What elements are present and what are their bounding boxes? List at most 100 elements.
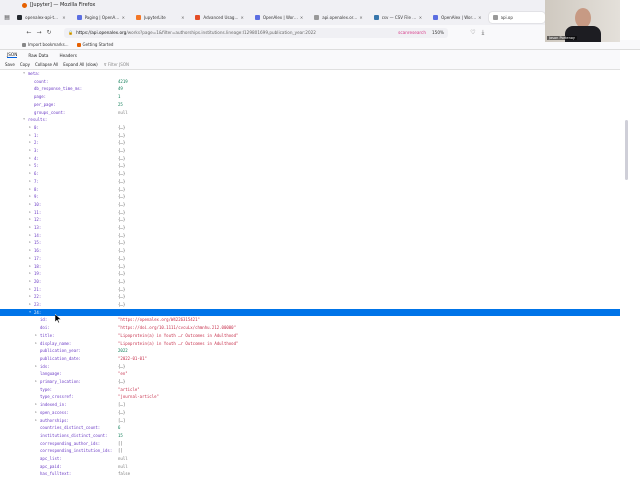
close-tab-icon[interactable]: ✕: [478, 15, 481, 20]
close-tab-icon[interactable]: ✕: [359, 15, 362, 20]
json-row[interactable]: ▸ 3: {…}: [0, 147, 620, 155]
expanded-arrow-icon[interactable]: ▾: [29, 309, 31, 317]
collapsed-arrow-icon[interactable]: ▸: [29, 263, 31, 271]
json-row[interactable]: ▸ primary_location: {…}: [0, 378, 620, 386]
json-row[interactable]: ▸ 2: {…}: [0, 139, 620, 147]
filter-json-input[interactable]: ⊽ Filter JSON: [104, 62, 129, 67]
close-tab-icon[interactable]: ✕: [122, 15, 125, 20]
json-row[interactable]: ▸ 1: {…}: [0, 132, 620, 140]
forward-icon[interactable]: →: [34, 29, 44, 36]
collapsed-arrow-icon[interactable]: ▸: [29, 232, 31, 240]
collapsed-arrow-icon[interactable]: ▸: [29, 178, 31, 186]
collapsed-arrow-icon[interactable]: ▸: [29, 201, 31, 209]
close-tab-icon[interactable]: ✕: [181, 15, 184, 20]
close-tab-icon[interactable]: ✕: [300, 15, 303, 20]
collapsed-arrow-icon[interactable]: ▸: [29, 286, 31, 294]
collapsed-arrow-icon[interactable]: ▸: [35, 363, 37, 371]
collapsed-arrow-icon[interactable]: ▸: [29, 155, 31, 163]
tab-json[interactable]: JSON: [7, 52, 18, 58]
url-bar[interactable]: 🔒 https://api.openalex.org/works?page=1&…: [64, 27, 448, 38]
firefox-view-icon[interactable]: ▤: [4, 14, 10, 22]
close-tab-icon[interactable]: ✕: [240, 15, 243, 20]
extension-label[interactable]: scanresearch: [398, 30, 426, 35]
json-row[interactable]: ▸ 5: {…}: [0, 162, 620, 170]
json-row[interactable]: ▸ 8: {…}: [0, 186, 620, 194]
collapsed-arrow-icon[interactable]: ▸: [29, 132, 31, 140]
collapse-all-button[interactable]: Collapse All: [35, 62, 58, 67]
json-row[interactable]: ▸ 19: {…}: [0, 270, 620, 278]
collapsed-arrow-icon[interactable]: ▸: [29, 186, 31, 194]
json-row[interactable]: ▸ 13: {…}: [0, 224, 620, 232]
json-row[interactable]: ▾ meta:: [0, 70, 620, 78]
tab-raw-data[interactable]: Raw Data: [28, 53, 48, 58]
collapsed-arrow-icon[interactable]: ▸: [35, 340, 37, 348]
collapsed-arrow-icon[interactable]: ▸: [35, 332, 37, 340]
json-row[interactable]: ▸ 21: {…}: [0, 286, 620, 294]
collapsed-arrow-icon[interactable]: ▸: [35, 409, 37, 417]
json-row[interactable]: ▾ results:: [0, 116, 620, 124]
json-row[interactable]: count: 4219: [0, 78, 620, 86]
expanded-arrow-icon[interactable]: ▾: [23, 116, 25, 124]
browser-tab[interactable]: openalex-api-tutorials✕: [13, 12, 69, 23]
json-row[interactable]: ▸ 15: {…}: [0, 239, 620, 247]
expanded-arrow-icon[interactable]: ▾: [23, 70, 25, 78]
collapsed-arrow-icon[interactable]: ▸: [29, 216, 31, 224]
collapsed-arrow-icon[interactable]: ▸: [29, 147, 31, 155]
collapsed-arrow-icon[interactable]: ▸: [29, 224, 31, 232]
browser-tab[interactable]: Paging | OpenAlex te✕: [73, 12, 129, 23]
json-row[interactable]: ▸ display_name: "Lipoprotein(a) in Youth ……: [0, 340, 620, 348]
json-row[interactable]: ▸ indexed_in: […]: [0, 401, 620, 409]
browser-tab[interactable]: JupyterLite ✕: [132, 12, 188, 23]
json-row[interactable]: type: "article": [0, 386, 620, 394]
json-row[interactable]: ▸ 11: {…}: [0, 209, 620, 217]
collapsed-arrow-icon[interactable]: ▸: [29, 270, 31, 278]
json-row[interactable]: db_response_time_ms: 49: [0, 85, 620, 93]
browser-tab[interactable]: Advanced Usage - scho✕: [191, 12, 247, 23]
bookmark-getting-started[interactable]: Getting Started: [76, 42, 113, 47]
browser-tab[interactable]: csv — CSV File Readi✕: [370, 12, 426, 23]
json-row[interactable]: institutions_distinct_count: 15: [0, 432, 620, 440]
collapsed-arrow-icon[interactable]: ▸: [29, 170, 31, 178]
json-row[interactable]: publication_date: "2022-01-01": [0, 355, 620, 363]
save-button[interactable]: Save: [5, 62, 15, 67]
collapsed-arrow-icon[interactable]: ▸: [29, 247, 31, 255]
collapsed-arrow-icon[interactable]: ▸: [29, 278, 31, 286]
json-row[interactable]: ▸ 6: {…}: [0, 170, 620, 178]
json-row[interactable]: groups_count: null: [0, 109, 620, 117]
json-row[interactable]: ▸ 12: {…}: [0, 216, 620, 224]
json-row[interactable]: apc_list: null: [0, 455, 620, 463]
json-row[interactable]: ▸ authorships: […]: [0, 417, 620, 425]
tab-headers[interactable]: Headers: [59, 53, 76, 58]
json-row[interactable]: id: "https://openalex.org/W4226315421": [0, 316, 620, 324]
json-row[interactable]: ▸ 10: {…}: [0, 201, 620, 209]
json-row[interactable]: ▸ 0: {…}: [0, 124, 620, 132]
json-row[interactable]: countries_distinct_count: 6: [0, 424, 620, 432]
browser-tab[interactable]: api.op: [488, 12, 545, 23]
json-row[interactable]: apc_paid: null: [0, 463, 620, 471]
json-row[interactable]: ▸ ids: {…}: [0, 363, 620, 371]
collapsed-arrow-icon[interactable]: ▸: [29, 239, 31, 247]
scrollbar-thumb[interactable]: [625, 120, 628, 180]
json-row[interactable]: ▸ 18: {…}: [0, 263, 620, 271]
scrollbar[interactable]: [620, 50, 640, 480]
json-row[interactable]: has_fulltext: false: [0, 470, 620, 478]
collapsed-arrow-icon[interactable]: ▸: [29, 255, 31, 263]
collapsed-arrow-icon[interactable]: ▸: [29, 193, 31, 201]
collapsed-arrow-icon[interactable]: ▸: [29, 293, 31, 301]
bookmark-import[interactable]: Import bookmarks...: [22, 42, 69, 47]
json-row[interactable]: page: 1: [0, 93, 620, 101]
json-row[interactable]: language: "en": [0, 370, 620, 378]
copy-button[interactable]: Copy: [20, 62, 30, 67]
collapsed-arrow-icon[interactable]: ▸: [29, 301, 31, 309]
collapsed-arrow-icon[interactable]: ▸: [35, 378, 37, 386]
expand-all-button[interactable]: Expand All (slow): [63, 62, 98, 67]
json-row[interactable]: ▸ 22: {…}: [0, 293, 620, 301]
collapsed-arrow-icon[interactable]: ▸: [35, 401, 37, 409]
browser-tab[interactable]: api.openalex.org/work✕: [310, 12, 366, 23]
browser-tab[interactable]: OpenAlex | Works sea✕: [251, 12, 307, 23]
json-row[interactable]: ▸ 4: {…}: [0, 155, 620, 163]
close-tab-icon[interactable]: ✕: [419, 15, 422, 20]
json-row[interactable]: ▸ open_access: {…}: [0, 409, 620, 417]
collapsed-arrow-icon[interactable]: ▸: [29, 124, 31, 132]
collapsed-arrow-icon[interactable]: ▸: [29, 139, 31, 147]
